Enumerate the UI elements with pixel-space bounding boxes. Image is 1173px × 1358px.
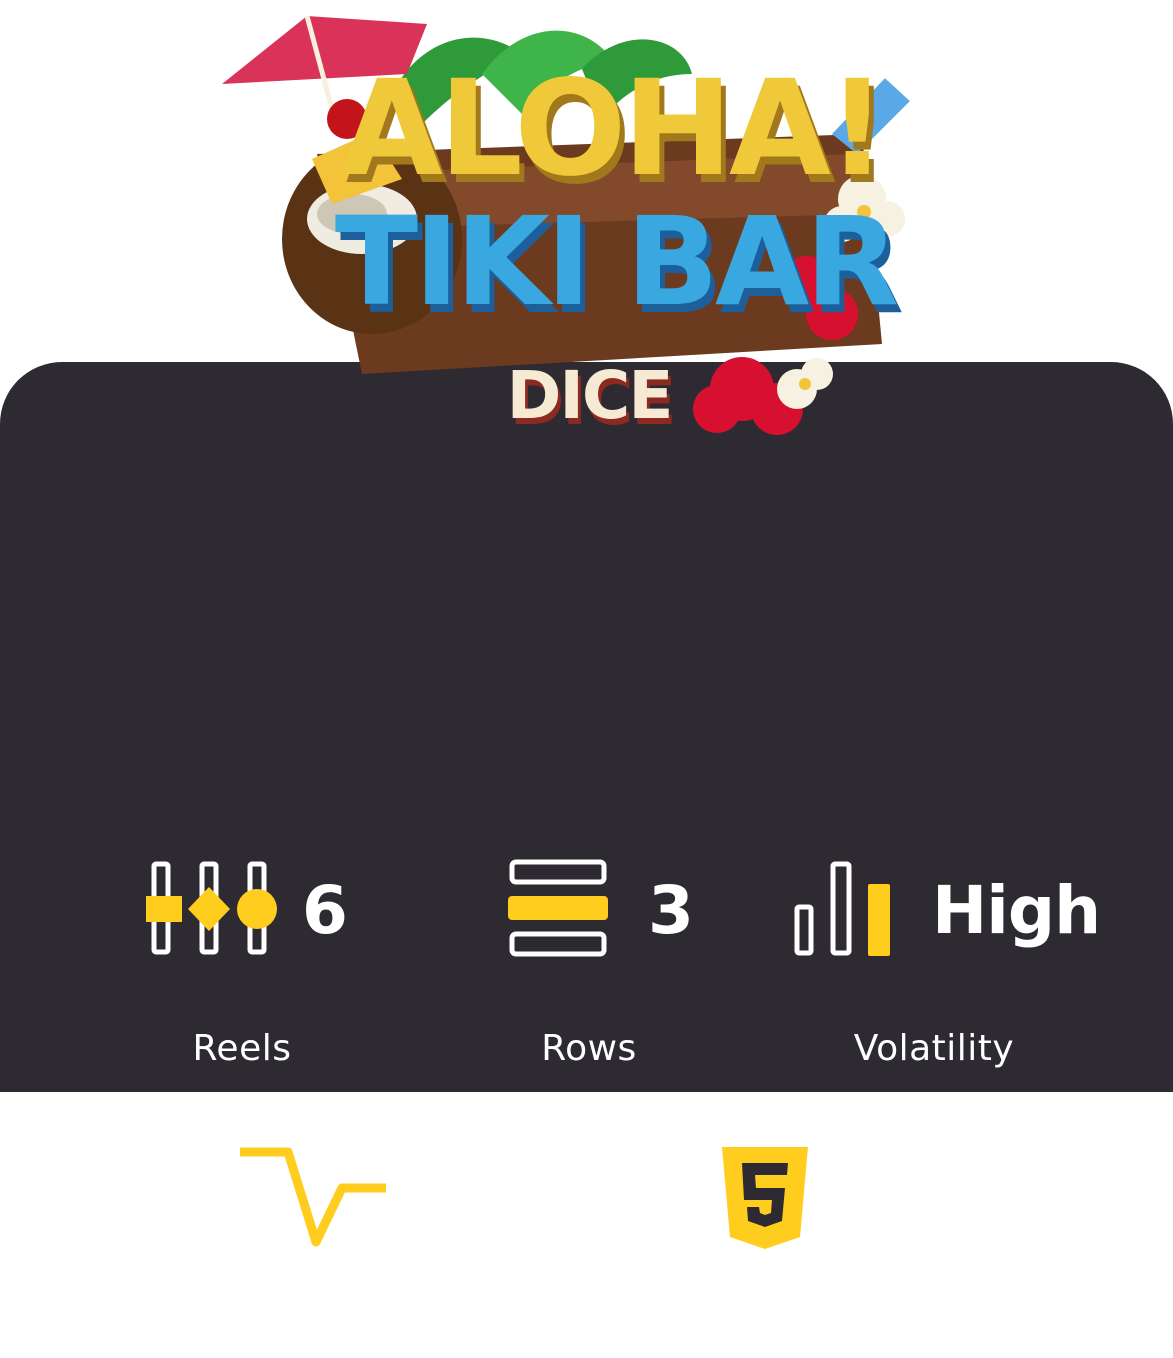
volatility-label: Volatility: [853, 1028, 1015, 1069]
game-info-panel: 6 Reels 3 Rows High Volatility 3600 Pay …: [0, 362, 1173, 1358]
reels-value: 6: [302, 872, 348, 949]
logo-line3: DICE: [507, 357, 672, 434]
html5-label: HTML 5: [693, 1317, 831, 1358]
volatility-value: High: [932, 872, 1101, 949]
html5-icon: [722, 1147, 808, 1249]
html5-stat: [722, 1147, 808, 1249]
volatility-stat: [794, 858, 894, 958]
reels-stat: [146, 860, 282, 956]
logo-line1: ALOHA!: [341, 52, 884, 206]
rows-label: Rows: [541, 1028, 637, 1069]
game-logo: ALOHA! ALOHA! TIKI BAR TIKI BAR DICE DIC…: [222, 15, 915, 440]
rows-icon: [508, 859, 608, 957]
payways-line-icon: [240, 1147, 386, 1247]
payways-value: 3600: [402, 1162, 583, 1239]
rows-value: 3: [648, 872, 694, 949]
reels-icon: [146, 861, 277, 955]
payways-stat: [240, 1146, 386, 1250]
payways-label: Pay ways: [330, 1317, 502, 1358]
logo-line2: TIKI BAR: [335, 191, 897, 333]
rows-stat: [508, 858, 608, 958]
reels-label: Reels: [192, 1028, 292, 1069]
volatility-bars-icon: [794, 861, 890, 956]
